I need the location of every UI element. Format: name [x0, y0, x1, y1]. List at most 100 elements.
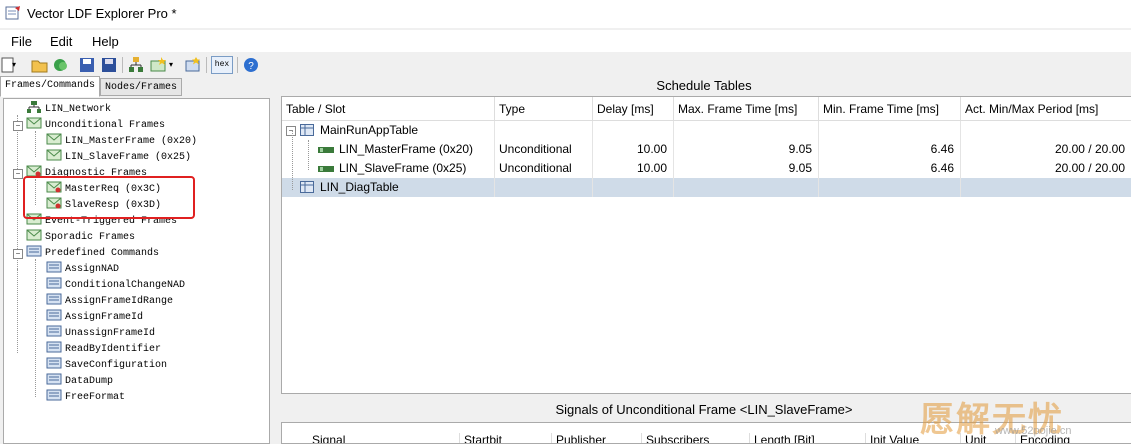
expander-predefined[interactable]: −: [13, 249, 23, 259]
column-header-period[interactable]: Act. Min/Max Period [ms]: [961, 97, 1131, 121]
slot-type: Unconditional: [495, 159, 593, 178]
help-icon[interactable]: ?: [242, 56, 260, 74]
slot-max-frame-time: 9.05: [674, 159, 819, 178]
tab-frames-commands[interactable]: Frames/Commands: [0, 76, 101, 97]
table-row[interactable]: − MainRunAppTable: [282, 121, 1131, 140]
slot-delay: 10.00: [593, 140, 674, 159]
slot-delay: 10.00: [593, 159, 674, 178]
tree-line: [17, 115, 18, 269]
tree-item-freeformat[interactable]: FreeFormat: [46, 389, 125, 405]
tree-line: [308, 140, 309, 170]
tree-item-sporadic[interactable]: Sporadic Frames: [26, 229, 135, 245]
command-icon: [46, 357, 62, 369]
tree-item-assignnad[interactable]: AssignNAD: [46, 261, 119, 277]
slot-period: [961, 121, 1131, 140]
tree-item-unconditional-frames[interactable]: Unconditional Frames: [26, 117, 165, 133]
refresh-icon[interactable]: [52, 56, 70, 74]
expander-unconditional[interactable]: −: [13, 121, 23, 131]
slot-min-frame-time: [819, 178, 961, 197]
add-command-icon[interactable]: [184, 56, 202, 74]
column-header-publisher[interactable]: Publisher: [552, 433, 642, 443]
tree-item-lin-slaveframe[interactable]: LIN_SlaveFrame (0x25): [46, 149, 191, 165]
open-folder-icon[interactable]: [31, 56, 49, 74]
tree-item-lin-network[interactable]: LIN_Network: [26, 101, 111, 117]
schedule-tables-title: Schedule Tables: [656, 78, 752, 93]
hex-toggle-button[interactable]: hex: [211, 56, 233, 74]
command-icon: [46, 309, 62, 321]
toolbar: ▾ ▾ hex ?: [0, 54, 1131, 76]
slot-delay: [593, 121, 674, 140]
tree-item-readbyidentifier[interactable]: ReadByIdentifier: [46, 341, 161, 357]
tree-item-saveconfiguration[interactable]: SaveConfiguration: [46, 357, 167, 373]
column-header-min-frame-time[interactable]: Min. Frame Time [ms]: [819, 97, 961, 121]
command-icon: [46, 277, 62, 289]
toolbar-separator: [122, 57, 123, 73]
tab-nodes-frames[interactable]: Nodes/Frames: [100, 78, 183, 96]
column-header-subscribers[interactable]: Subscribers: [642, 433, 750, 443]
tree-item-assignframeid[interactable]: AssignFrameId: [46, 309, 143, 325]
slot-period: 20.00 / 20.00: [961, 159, 1131, 178]
save-as-icon[interactable]: [100, 56, 118, 74]
column-header-signal[interactable]: Signal: [308, 433, 460, 443]
network-icon: [27, 101, 41, 113]
command-icon: [46, 261, 62, 273]
menu-file[interactable]: File: [11, 34, 32, 49]
watermark-url: www.52pojie.cn: [995, 425, 1072, 437]
tree-line: [292, 131, 293, 190]
frame-slot-icon: [318, 166, 334, 172]
command-icon: [46, 389, 62, 401]
slot-delay: [593, 178, 674, 197]
menu-help[interactable]: Help: [92, 34, 119, 49]
table-row[interactable]: LIN_SlaveFrame (0x25) Unconditional 10.0…: [282, 159, 1131, 178]
command-icon: [46, 373, 62, 385]
slot-type: [495, 121, 593, 140]
frame-icon: [46, 133, 62, 145]
annotation-highlight-box: [23, 176, 195, 219]
column-header-type[interactable]: Type: [495, 97, 593, 121]
title-bar: Vector LDF Explorer Pro *: [0, 0, 1131, 28]
column-header-delay[interactable]: Delay [ms]: [593, 97, 674, 121]
window-title: Vector LDF Explorer Pro *: [27, 6, 177, 21]
command-icon: [46, 325, 62, 337]
slot-max-frame-time: 9.05: [674, 140, 819, 159]
tree-item-lin-masterframe[interactable]: LIN_MasterFrame (0x20): [46, 133, 197, 149]
tree-item-predefined-commands[interactable]: Predefined Commands: [26, 245, 159, 261]
slot-period: [961, 178, 1131, 197]
schedule-table-icon: [300, 124, 314, 136]
column-header-length[interactable]: Length [Bit]: [750, 433, 866, 443]
tree-item-assignframeidrange[interactable]: AssignFrameIdRange: [46, 293, 173, 309]
menu-edit[interactable]: Edit: [50, 34, 72, 49]
column-header-max-frame-time[interactable]: Max. Frame Time [ms]: [674, 97, 819, 121]
command-icon: [46, 341, 62, 353]
command-folder-icon: [26, 245, 42, 257]
tree-line: [35, 131, 36, 157]
slot-name: MainRunAppTable: [316, 121, 495, 140]
column-header-slot[interactable]: Table / Slot: [282, 97, 495, 121]
expander-diagnostic[interactable]: −: [13, 169, 23, 179]
expander-mainrunapptable[interactable]: −: [286, 126, 296, 136]
network-icon[interactable]: [127, 56, 145, 74]
slot-max-frame-time: [674, 178, 819, 197]
svg-text:?: ?: [248, 61, 254, 72]
frames-tree: LIN_Network − Unconditional Frames LIN_M…: [3, 98, 270, 444]
save-icon[interactable]: [78, 56, 96, 74]
toolbar-separator: [237, 57, 238, 73]
schedule-grid: Table / Slot Type Delay [ms] Max. Frame …: [281, 96, 1131, 394]
slot-type: Unconditional: [495, 140, 593, 159]
table-row[interactable]: LIN_DiagTable: [282, 178, 1131, 197]
tree-item-datadump[interactable]: DataDump: [46, 373, 113, 389]
frame-icon: [46, 149, 62, 161]
app-icon: [5, 6, 20, 20]
tree-item-conditionalchangenad[interactable]: ConditionalChangeNAD: [46, 277, 185, 293]
add-frame-icon[interactable]: [150, 56, 168, 74]
menu-bar: File Edit Help: [0, 30, 1131, 52]
tree-line: [35, 259, 36, 397]
table-row[interactable]: LIN_MasterFrame (0x20) Unconditional 10.…: [282, 140, 1131, 159]
tree-item-unassignframeid[interactable]: UnassignFrameId: [46, 325, 155, 341]
slot-min-frame-time: 6.46: [819, 140, 961, 159]
slot-min-frame-time: 6.46: [819, 159, 961, 178]
schedule-table-icon: [300, 181, 314, 193]
column-header-startbit[interactable]: Startbit: [460, 433, 552, 443]
slot-max-frame-time: [674, 121, 819, 140]
slot-name: LIN_SlaveFrame (0x25): [335, 159, 495, 178]
